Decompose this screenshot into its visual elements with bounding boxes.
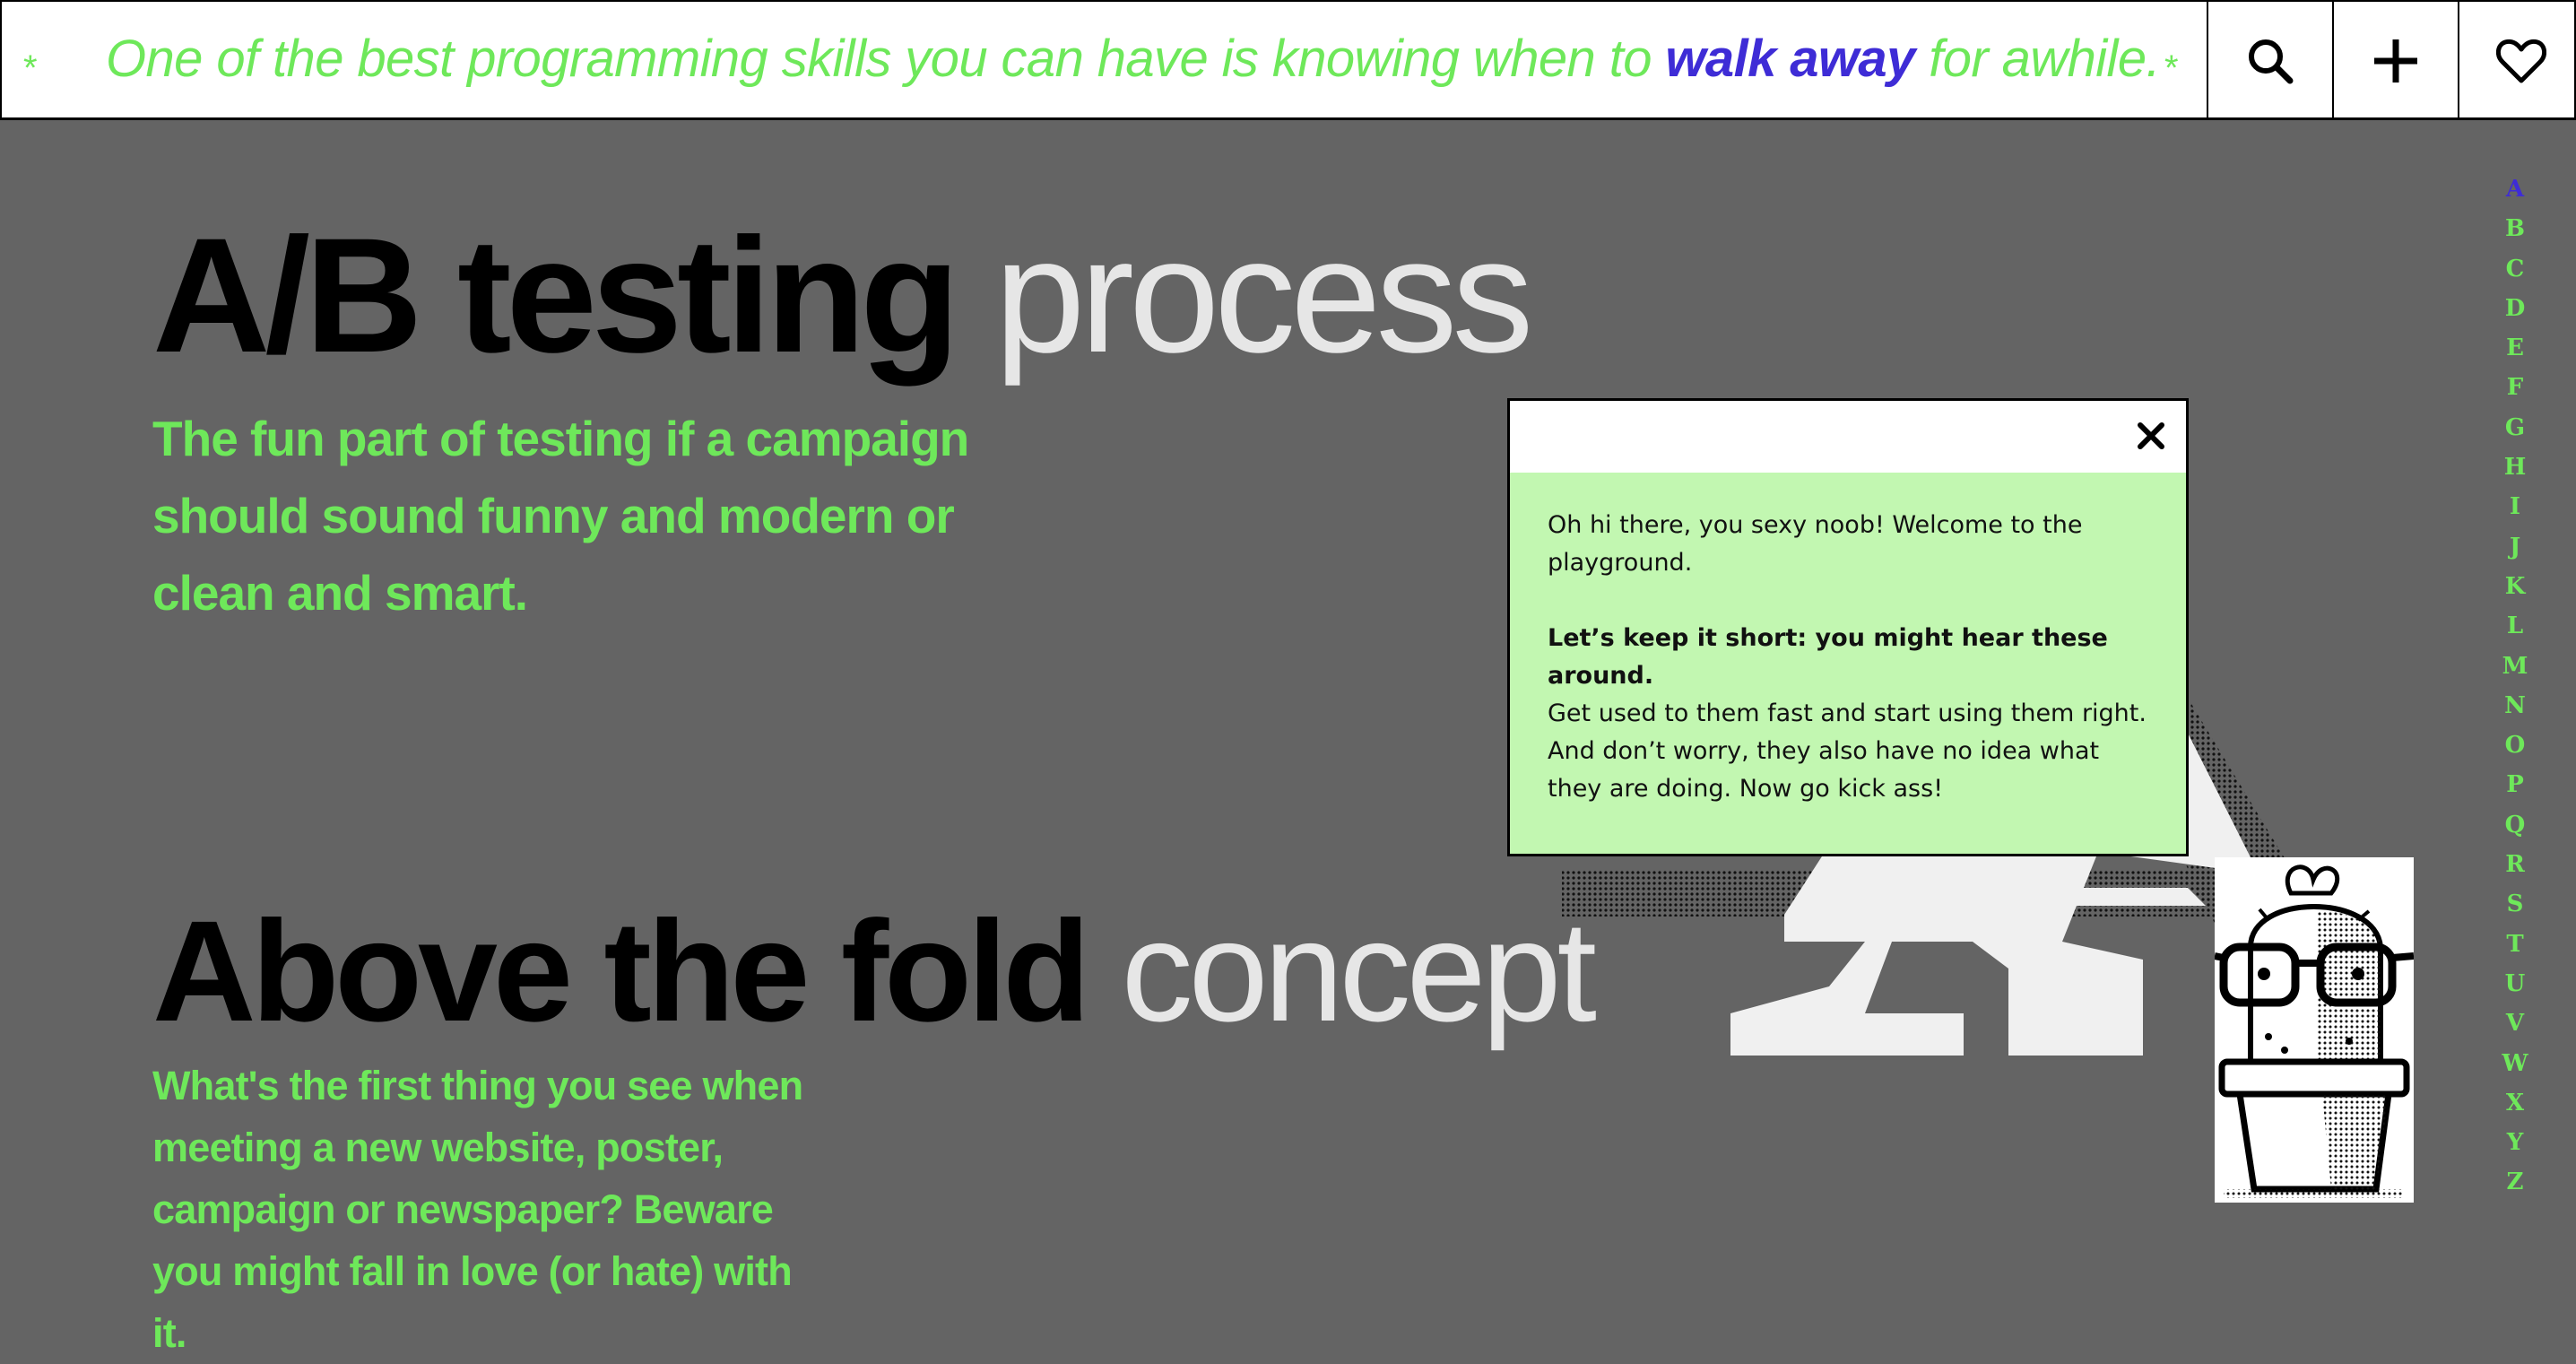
- alphabet-letter-k[interactable]: K: [2502, 573, 2528, 612]
- alphabet-letter-l[interactable]: L: [2502, 612, 2528, 652]
- alphabet-letter-n[interactable]: N: [2502, 692, 2528, 732]
- search-icon: [2249, 39, 2294, 83]
- quote-star-right: *: [2164, 48, 2179, 88]
- section-title-light: process: [994, 204, 1533, 387]
- alphabet-letter-d[interactable]: D: [2502, 295, 2528, 334]
- alphabet-nav: ABCDEFGHIJKLMNOPQRSTUVWXYZ: [2502, 176, 2528, 1209]
- quote-text-before: One of the best programming skills you c…: [106, 30, 1666, 88]
- alphabet-letter-e[interactable]: E: [2502, 334, 2528, 374]
- alphabet-letter-s[interactable]: S: [2502, 891, 2528, 930]
- alphabet-letter-o[interactable]: O: [2502, 732, 2528, 771]
- section-description-ab-testing: The fun part of testing if a campaign sh…: [152, 411, 969, 621]
- alphabet-letter-r[interactable]: R: [2502, 851, 2528, 891]
- alphabet-letter-p[interactable]: P: [2502, 771, 2528, 811]
- quote-star-left: *: [23, 48, 38, 88]
- quote-highlight: walk away: [1665, 30, 1915, 88]
- modal-body-text: Get used to them fast and start using th…: [1548, 699, 2147, 803]
- welcome-modal: Oh hi there, you sexy noob! Welcome to t…: [1507, 398, 2189, 856]
- modal-intro: Oh hi there, you sexy noob! Welcome to t…: [1548, 511, 2083, 577]
- plus-icon: [2374, 39, 2417, 83]
- top-bar: * One of the best programming skills you…: [0, 0, 2576, 120]
- alphabet-letter-x[interactable]: X: [2502, 1090, 2528, 1129]
- quote-banner: * One of the best programming skills you…: [2, 2, 2207, 122]
- quote-text: One of the best programming skills you c…: [106, 29, 2168, 89]
- quote-text-after: for awhile.: [1914, 30, 2161, 88]
- alphabet-letter-q[interactable]: Q: [2502, 812, 2528, 851]
- alphabet-letter-j[interactable]: J: [2502, 534, 2528, 573]
- alphabet-letter-w[interactable]: W: [2502, 1050, 2528, 1090]
- cactus-mascot-illustration: [2215, 857, 2414, 1203]
- modal-header: [1510, 401, 2186, 473]
- alphabet-letter-a[interactable]: A: [2502, 176, 2528, 215]
- alphabet-letter-f[interactable]: F: [2502, 374, 2528, 413]
- close-icon[interactable]: [2136, 421, 2166, 451]
- add-button[interactable]: [2332, 2, 2458, 119]
- section-title-bold: A/B testing: [152, 204, 960, 387]
- favorites-button[interactable]: [2458, 2, 2576, 119]
- alphabet-letter-y[interactable]: Y: [2502, 1129, 2528, 1169]
- alphabet-letter-g[interactable]: G: [2502, 414, 2528, 454]
- heart-icon: [2496, 39, 2546, 83]
- section-description-above-the-fold: What's the first thing you see when meet…: [152, 1063, 803, 1356]
- alphabet-letter-u[interactable]: U: [2502, 970, 2528, 1010]
- section-title-bold: Above the fold: [152, 891, 1090, 1051]
- alphabet-letter-v[interactable]: V: [2502, 1010, 2528, 1049]
- alphabet-letter-z[interactable]: Z: [2502, 1169, 2528, 1208]
- search-button[interactable]: [2207, 2, 2332, 119]
- section-title-ab-testing: A/B testing process: [152, 213, 1533, 377]
- section-title-light: concept: [1121, 891, 1597, 1051]
- alphabet-letter-m[interactable]: M: [2502, 653, 2528, 692]
- section-title-above-the-fold: Above the fold concept: [152, 899, 1597, 1043]
- alphabet-letter-i[interactable]: I: [2502, 493, 2528, 533]
- alphabet-letter-b[interactable]: B: [2502, 215, 2528, 255]
- alphabet-letter-h[interactable]: H: [2502, 454, 2528, 493]
- modal-body: Oh hi there, you sexy noob! Welcome to t…: [1548, 507, 2157, 808]
- alphabet-letter-t[interactable]: T: [2502, 931, 2528, 970]
- alphabet-letter-c[interactable]: C: [2502, 256, 2528, 295]
- modal-paragraph: Let’s keep it short: you might hear thes…: [1548, 620, 2157, 808]
- modal-bold-line: Let’s keep it short: you might hear thes…: [1548, 624, 2108, 690]
